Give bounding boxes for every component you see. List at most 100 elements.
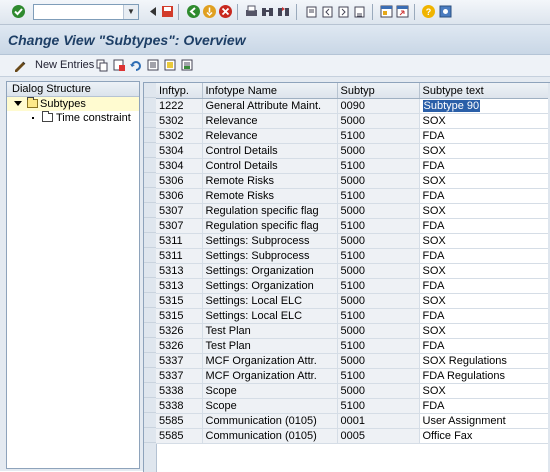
new-session-icon[interactable] (379, 4, 394, 19)
table-row[interactable]: 5315 Settings: Local ELC 5100 FDA (156, 308, 550, 324)
cell-subtype-text[interactable]: SOX (419, 143, 550, 159)
find-icon[interactable] (260, 4, 275, 19)
table-row[interactable]: 5304 Control Details 5000 SOX (156, 143, 550, 159)
cell-subtype-text[interactable]: Subtype 90 (419, 98, 550, 114)
table-row[interactable]: 5311 Settings: Subprocess 5000 SOX (156, 233, 550, 249)
cell-subtype-text[interactable]: SOX (419, 323, 550, 339)
cell-subtype-text[interactable]: SOX (419, 173, 550, 189)
selector-header-cell[interactable] (144, 83, 156, 98)
row-selector[interactable] (144, 428, 156, 443)
row-selector[interactable] (144, 398, 156, 413)
cell-subtype-text[interactable]: FDA (419, 248, 550, 264)
row-selector[interactable] (144, 323, 156, 338)
expand-caret-icon[interactable] (14, 101, 22, 106)
table-row[interactable]: 5337 MCF Organization Attr. 5100 FDA Regula… (156, 368, 550, 384)
table-row[interactable]: 5307 Regulation specific flag 5100 FDA (156, 218, 550, 234)
cell-subtype-text[interactable]: FDA (419, 188, 550, 204)
cell-subtype-text[interactable]: FDA (419, 398, 550, 414)
table-row[interactable]: 5326 Test Plan 5100 FDA (156, 338, 550, 354)
row-selector[interactable] (144, 143, 156, 158)
last-page-icon[interactable] (352, 4, 367, 19)
back-icon[interactable] (186, 4, 201, 19)
row-selector[interactable] (144, 308, 156, 323)
table-row[interactable]: 5337 MCF Organization Attr. 5000 SOX Regula… (156, 353, 550, 369)
cell-subtype-text[interactable]: SOX (419, 203, 550, 219)
check-icon[interactable] (11, 4, 26, 19)
table-row[interactable]: 5313 Settings: Organization 5100 FDA (156, 278, 550, 294)
table-row[interactable]: 5338 Scope 5000 SOX (156, 383, 550, 399)
table-row[interactable]: 1222 General Attribute Maint. 0090 Subtype … (156, 98, 550, 114)
back-arrow-icon[interactable] (145, 4, 160, 19)
table-row[interactable]: 5302 Relevance 5100 FDA (156, 128, 550, 144)
command-field[interactable]: ▼ (33, 4, 139, 20)
cell-subtype-text[interactable]: FDA (419, 158, 550, 174)
table-row[interactable]: 5313 Settings: Organization 5000 SOX (156, 263, 550, 279)
copy-as-icon[interactable] (95, 58, 109, 72)
row-selector[interactable] (144, 158, 156, 173)
print-icon[interactable] (244, 4, 259, 19)
table-row[interactable]: 5302 Relevance 5000 SOX (156, 113, 550, 129)
cell-subtype-text[interactable]: FDA Regulations (419, 368, 550, 384)
command-dropdown-icon[interactable]: ▼ (123, 5, 138, 19)
cell-subtype-text[interactable]: FDA (419, 278, 550, 294)
select-all-icon[interactable] (146, 58, 160, 72)
cell-subtype-text[interactable]: FDA (419, 338, 550, 354)
row-selector[interactable] (144, 173, 156, 188)
column-header-inftyp[interactable]: Inftyp. (156, 83, 203, 99)
delete-icon[interactable] (112, 58, 126, 72)
row-selector[interactable] (144, 218, 156, 233)
display-change-icon[interactable] (13, 58, 27, 72)
cell-subtype-text[interactable]: FDA (419, 128, 550, 144)
select-block-icon[interactable] (163, 58, 177, 72)
find-next-icon[interactable] (276, 4, 291, 19)
table-row[interactable]: 5311 Settings: Subprocess 5100 FDA (156, 248, 550, 264)
cell-subtype-text[interactable]: SOX (419, 263, 550, 279)
row-selector[interactable] (144, 413, 156, 428)
row-selector[interactable] (144, 368, 156, 383)
cell-subtype-text[interactable]: SOX (419, 233, 550, 249)
table-row[interactable]: 5307 Regulation specific flag 5000 SOX (156, 203, 550, 219)
cell-subtype-text[interactable]: Office Fax (419, 428, 550, 444)
row-selector[interactable] (144, 353, 156, 368)
row-selector[interactable] (144, 338, 156, 353)
cell-subtype-text[interactable]: SOX Regulations (419, 353, 550, 369)
cancel-icon[interactable] (218, 4, 233, 19)
previous-page-icon[interactable] (320, 4, 335, 19)
column-header-infotype-name[interactable]: Infotype Name (202, 83, 338, 99)
row-selector[interactable] (144, 113, 156, 128)
tree-item-time-constraint[interactable]: Time constraint (7, 111, 139, 125)
cell-subtype-text[interactable]: SOX (419, 383, 550, 399)
deselect-all-icon[interactable] (180, 58, 194, 72)
column-header-subtype-text[interactable]: Subtype text (419, 83, 550, 99)
cell-subtype-text[interactable]: FDA (419, 218, 550, 234)
table-row[interactable]: 5315 Settings: Local ELC 5000 SOX (156, 293, 550, 309)
table-row[interactable]: 5304 Control Details 5100 FDA (156, 158, 550, 174)
table-row[interactable]: 5306 Remote Risks 5100 FDA (156, 188, 550, 204)
row-selector[interactable] (144, 248, 156, 263)
tree-item-subtypes[interactable]: Subtypes (7, 97, 139, 111)
selected-cell-text[interactable]: Subtype 90 (422, 100, 481, 112)
row-selector[interactable] (144, 383, 156, 398)
shortcut-icon[interactable] (395, 4, 410, 19)
row-selector[interactable] (144, 293, 156, 308)
row-selector[interactable] (144, 128, 156, 143)
table-row[interactable]: 5306 Remote Risks 5000 SOX (156, 173, 550, 189)
layout-menu-icon[interactable] (438, 4, 453, 19)
row-selector[interactable] (144, 98, 156, 113)
first-page-icon[interactable] (304, 4, 319, 19)
row-selector[interactable] (144, 188, 156, 203)
help-icon[interactable]: ? (421, 4, 436, 19)
cell-subtype-text[interactable]: User Assignment (419, 413, 550, 429)
new-entries-button[interactable]: New Entries (35, 59, 94, 71)
next-page-icon[interactable] (336, 4, 351, 19)
table-row[interactable]: 5585 Communication (0105) 0005 Office Fax (156, 428, 550, 444)
row-selector[interactable] (144, 278, 156, 293)
exit-icon[interactable] (202, 4, 217, 19)
column-header-subtyp[interactable]: Subtyp (337, 83, 420, 99)
row-selector[interactable] (144, 233, 156, 248)
cell-subtype-text[interactable]: SOX (419, 113, 550, 129)
row-selector[interactable] (144, 263, 156, 278)
cell-subtype-text[interactable]: SOX (419, 293, 550, 309)
table-row[interactable]: 5326 Test Plan 5000 SOX (156, 323, 550, 339)
cell-subtype-text[interactable]: FDA (419, 308, 550, 324)
